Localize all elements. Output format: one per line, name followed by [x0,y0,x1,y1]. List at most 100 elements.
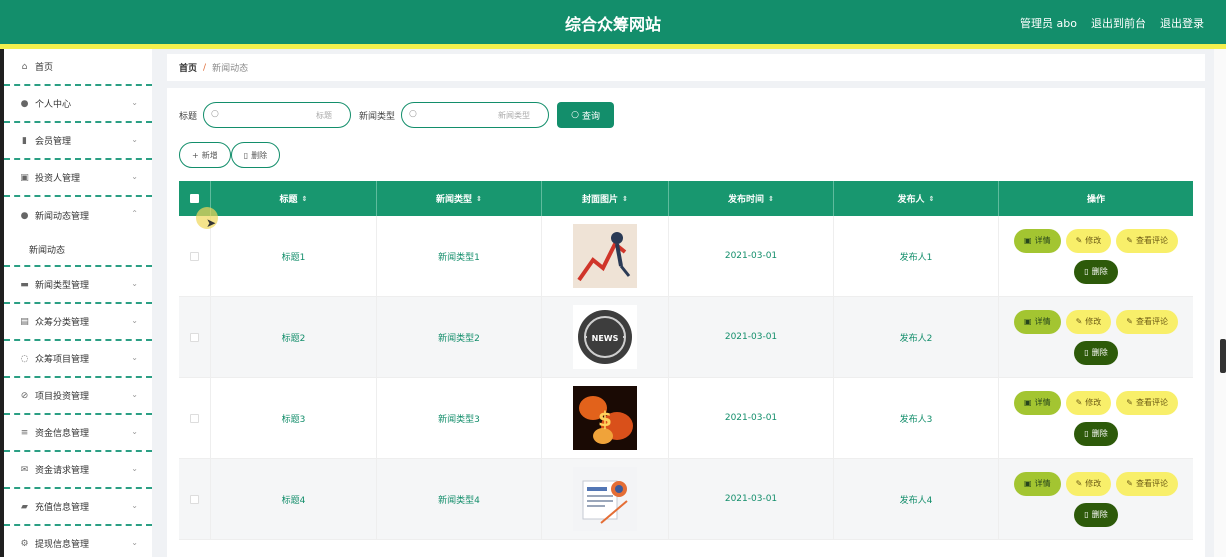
header-label: 发布人 [897,195,925,205]
chevron-down-icon: ⌄ [131,427,138,436]
trash-icon: ▯ [1084,429,1089,438]
type-cell: 新闻类型4 [377,459,542,539]
type-cell: 新闻类型3 [377,378,542,458]
query-button[interactable]: ○ 查询 [557,102,615,128]
date-cell: 2021-03-01 [669,216,834,296]
edit-button[interactable]: ✎ 修改 [1065,309,1112,334]
type-cell: 新闻类型2 [377,297,542,377]
sidebar-item-investors[interactable]: ▣ 投资人管理 ⌄ [4,160,152,197]
row-select-cell [179,297,211,377]
cover-image-news-globe[interactable]: NEWS [573,305,637,369]
sidebar-item-recharge[interactable]: ▰ 充值信息管理 ⌄ [4,489,152,526]
view-comments-button[interactable]: ✎ 查看评论 [1116,471,1178,496]
header-cover[interactable]: 封面图片 ⇕ [542,181,669,216]
row-select-cell [179,459,211,539]
doc-icon: ▣ [1024,317,1032,326]
logout-link[interactable]: 退出登录 [1160,15,1204,31]
breadcrumb-home[interactable]: 首页 [179,61,197,74]
author-cell: 发布人2 [834,297,999,377]
view-comments-button[interactable]: ✎ 查看评论 [1116,390,1178,415]
chevron-down-icon: ⌄ [131,501,138,510]
sidebar-item-label: 众筹分类管理 [35,318,90,328]
batch-delete-button[interactable]: ▯ 删除 [230,142,281,168]
view-comments-button[interactable]: ✎ 查看评论 [1116,228,1178,253]
view-comments-label: 查看评论 [1135,317,1168,326]
date-cell: 2021-03-01 [669,297,834,377]
detail-button[interactable]: ▣ 详情 [1014,390,1061,415]
sidebar-subitem-news[interactable]: 新闻动态 [4,234,152,267]
trash-icon: ▯ [1084,267,1089,276]
cover-image-newspaper[interactable] [573,467,637,531]
delete-button[interactable]: ▯ 删除 [1074,340,1118,365]
title-filter-label: 标题 [179,111,198,122]
sidebar-item-categories[interactable]: ▤ 众筹分类管理 ⌄ [4,304,152,341]
sidebar-item-label: 资金请求管理 [35,466,90,476]
delete-button[interactable]: ▯ 删除 [1074,259,1118,284]
svg-text:NEWS: NEWS [592,334,619,343]
sidebar-item-label: 新闻动态管理 [35,212,90,222]
pencil-icon: ✎ [1075,398,1083,407]
cover-image-fire-dollar[interactable]: $ [573,386,637,450]
back-to-front-link[interactable]: 退出到前台 [1091,15,1146,31]
chevron-down-icon: ⌄ [131,538,138,547]
sidebar-item-withdraw[interactable]: ⚙ 提现信息管理 ⌄ [4,526,152,557]
sort-icon: ⇕ [768,194,774,203]
row-checkbox[interactable] [190,332,199,342]
header-label: 封面图片 [582,195,619,205]
type-filter-label: 新闻类型 [359,111,396,122]
scrollbar-thumb[interactable] [1220,339,1226,373]
view-comments-button[interactable]: ✎ 查看评论 [1116,309,1178,334]
edit-label: 修改 [1085,236,1102,245]
title-search-input[interactable]: ○ 标题 [203,102,352,128]
sidebar-item-label: 新闻类型管理 [35,281,90,291]
header-ops: 操作 [999,181,1193,216]
row-checkbox[interactable] [190,494,199,504]
detail-button[interactable]: ▣ 详情 [1014,228,1061,253]
view-comments-label: 查看评论 [1135,398,1168,407]
clipboard-icon: ▤ [20,316,29,327]
delete-button[interactable]: ▯ 删除 [1074,421,1118,446]
pencil-icon: ✎ [1075,317,1083,326]
header-author[interactable]: 发布人 ⇕ [834,181,999,216]
row-checkbox[interactable] [190,413,199,423]
title-cell: 标题4 [211,459,377,539]
add-button[interactable]: + 新增 [179,142,231,168]
trash-icon: ▯ [243,150,249,160]
chart-icon: ▮ [22,135,27,146]
delete-label: 删除 [1091,348,1108,357]
power-icon: ◌ [20,353,29,364]
edit-button[interactable]: ✎ 修改 [1065,471,1112,496]
sidebar-item-projects[interactable]: ◌ 众筹项目管理 ⌄ [4,341,152,378]
detail-button[interactable]: ▣ 详情 [1014,309,1061,334]
batch-delete-label: 删除 [251,150,268,160]
sidebar-item-members[interactable]: ▮ 会员管理 ⌄ [4,123,152,160]
header-title[interactable]: 标题 ⇕ [211,181,377,216]
sidebar-item-personal[interactable]: ● 个人中心 ⌄ [4,86,152,123]
sidebar-item-fund-requests[interactable]: ✉ 资金请求管理 ⌄ [4,452,152,489]
doc-icon: ▣ [1024,398,1032,407]
sidebar-item-label: 首页 [35,63,54,73]
sidebar-item-news[interactable]: ● 新闻动态管理 ⌃ [4,197,152,234]
select-all-checkbox[interactable] [190,194,199,203]
type-search-input[interactable]: ○ 新闻类型 [401,102,550,128]
detail-label: 详情 [1034,479,1051,488]
cover-image-stock-arrow[interactable] [573,224,637,288]
title-cell: 标题3 [211,378,377,458]
header-type[interactable]: 新闻类型 ⇕ [377,181,542,216]
delete-button[interactable]: ▯ 删除 [1074,502,1118,527]
sidebar-item-investments[interactable]: ⊘ 项目投资管理 ⌄ [4,378,152,415]
edit-label: 修改 [1085,479,1102,488]
sidebar-item-home[interactable]: ⌂ 首页 [4,49,152,86]
sidebar-item-news-types[interactable]: ▬ 新闻类型管理 ⌄ [4,267,152,304]
table-row: 标题3 新闻类型3 $ 2021-03-01 发布人3 ▣ 详情 ✎ 修改 ✎ 查看评… [179,378,1193,459]
sidebar-item-label: 提现信息管理 [35,540,90,550]
header-date[interactable]: 发布时间 ⇕ [669,181,834,216]
detail-button[interactable]: ▣ 详情 [1014,471,1061,496]
sidebar-item-funds[interactable]: ≡ 资金信息管理 ⌄ [4,415,152,452]
sidebar-item-label: 项目投资管理 [35,392,90,402]
edit-button[interactable]: ✎ 修改 [1065,228,1112,253]
date-cell: 2021-03-01 [669,378,834,458]
page-scrollbar[interactable] [1214,49,1226,557]
edit-button[interactable]: ✎ 修改 [1065,390,1112,415]
row-checkbox[interactable] [190,251,199,261]
